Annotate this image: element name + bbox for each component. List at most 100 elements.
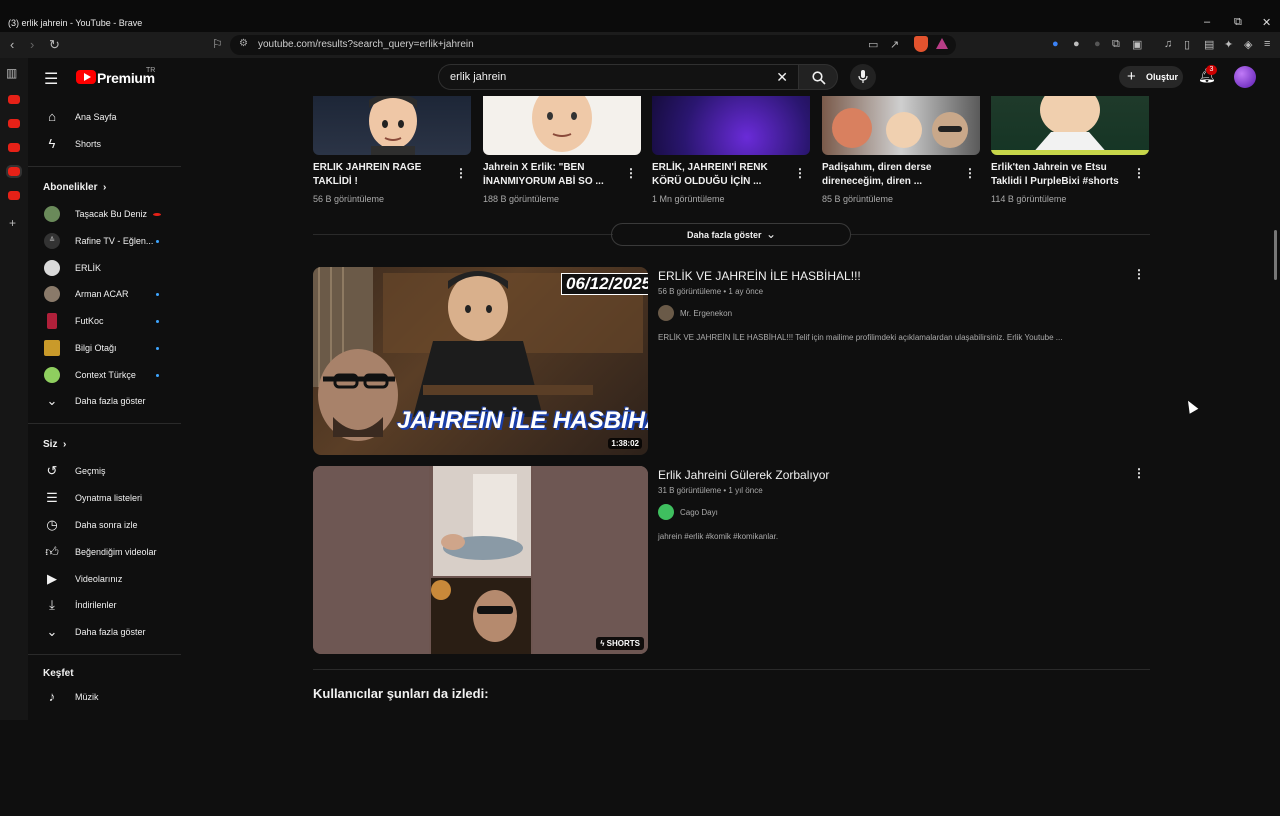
vpn-icon[interactable]: ◈ [1244,38,1252,51]
more-actions-icon[interactable]: ⋮ [625,166,637,180]
channel-avatar [44,206,60,222]
menu-icon[interactable]: ≡ [1264,38,1270,50]
media-icon[interactable]: ♫ [1164,38,1172,50]
plus-icon: + [1127,68,1136,85]
clear-search-icon[interactable]: ✕ [776,69,788,86]
extension-gray-icon[interactable]: ● [1073,38,1080,50]
video-thumbnail[interactable]: ϟ SHORTS [313,466,648,654]
sidebar-item-subscription[interactable]: ERLİK [28,255,180,281]
back-icon[interactable]: ‹ [10,37,14,52]
channel-avatar[interactable] [658,305,674,321]
short-title[interactable]: Padişahım, diren derse direneceğim, dire… [822,161,952,189]
microphone-icon [858,70,868,83]
scrollbar-thumb[interactable] [1274,230,1277,280]
page-scrollbar[interactable] [1272,192,1280,816]
short-title[interactable]: Erlik'ten Jahrein ve Etsu Taklidi l Purp… [991,161,1121,189]
channel-avatar[interactable] [658,504,674,520]
sidebar-item-label: Daha fazla göster [75,396,146,406]
url-text: youtube.com/results?search_query=erlik+j… [258,39,474,50]
sidebar-item-your-videos[interactable]: ▶ Videolarınız [28,566,180,592]
youtube-tab-icon[interactable] [8,95,20,104]
brave-shield-icon[interactable] [914,36,928,52]
guide-menu-icon[interactable]: ☰ [44,69,58,89]
watch-later-icon: ◷ [46,517,58,532]
short-thumbnail[interactable] [822,96,980,155]
reload-icon[interactable]: ↻ [49,37,60,53]
wallet-icon[interactable]: ▤ [1204,38,1214,51]
video-thumbnail[interactable]: 06/12/2025 JAHREİN İLE HASBİHAL!! 1:38:0… [313,267,648,455]
sidebar-divider [28,166,181,167]
sidebar-item-subscription[interactable]: ≙ Rafine TV - Eğlen... [28,228,180,254]
sidebar-item-history[interactable]: ↺ Geçmiş [28,458,180,484]
sidebar-item-subscription[interactable]: Arman ACAR [28,281,180,307]
short-title[interactable]: ERLİK, JAHREIN'İ RENK KÖRÜ OLDUĞU İÇİN .… [652,161,782,189]
sidebar-item-label: Bilgi Otağı [75,343,117,353]
extension-dim-icon[interactable]: ● [1094,38,1101,50]
forward-icon[interactable]: › [30,37,34,52]
sidebar-item-subscription[interactable]: Bilgi Otağı [28,335,180,361]
extension-blue-icon[interactable]: ● [1052,38,1059,50]
close-window-button[interactable]: ✕ [1262,16,1271,29]
short-thumbnail[interactable] [313,96,471,155]
more-actions-icon[interactable]: ⋮ [1133,466,1145,480]
sidebar-item-liked-videos[interactable]: 👍︎ Beğendiğim videolar [28,539,180,565]
restore-button[interactable]: ⧉ [1234,16,1242,29]
short-thumbnail[interactable] [991,96,1149,155]
screenshot-icon[interactable]: ▣ [1132,38,1142,51]
short-title[interactable]: ERLIK JAHREIN RAGE TAKLİDİ ! [313,161,443,189]
video-title[interactable]: Erlik Jahreini Gülerek Zorbalıyor [658,468,829,482]
minimize-button[interactable]: – [1204,16,1210,28]
sidebar-item-playlists[interactable]: ☰ Oynatma listeleri [28,485,180,511]
subscriptions-heading[interactable]: Abonelikler › [43,182,106,193]
channel-avatar [44,286,60,302]
sidebar-item-shorts[interactable]: ϟ Shorts [28,131,180,157]
sidebar-item-watch-later[interactable]: ◷ Daha sonra izle [28,512,180,538]
youtube-tab-icon[interactable] [8,119,20,128]
share-icon[interactable]: ↗ [890,38,899,51]
search-query: erlik jahrein [450,71,507,83]
brave-rewards-icon[interactable] [936,38,948,49]
more-actions-icon[interactable]: ⋮ [455,166,467,180]
youtube-tab-icon[interactable] [6,165,22,178]
more-actions-icon[interactable]: ⋮ [794,166,806,180]
leo-ai-icon[interactable]: ✦ [1224,38,1233,51]
more-actions-icon[interactable]: ⋮ [964,166,976,180]
sidebar-show-more-subscriptions[interactable]: ⌄ Daha fazla göster [28,388,180,414]
more-actions-icon[interactable]: ⋮ [1133,267,1145,281]
video-description: jahrein #erlik #komik #komikanlar. [658,532,779,541]
sidebar-item-subscription[interactable]: Context Türkçe [28,362,180,388]
sidebar-item-label: Shorts [75,139,102,149]
short-views: 1 Mn görüntüleme [652,194,725,204]
create-button[interactable]: + Oluştur [1119,66,1183,88]
sidebar-item-subscription[interactable]: Taşacak Bu Deniz [28,201,180,227]
sidebar-item-downloads[interactable]: ⤓ İndirilenler [28,592,180,618]
sidebar-item-home[interactable]: ⌂ Ana Sayfa [28,104,180,130]
thumbnail-artwork [313,466,648,654]
channel-name[interactable]: Cago Dayı [680,508,718,517]
bookmark-icon[interactable]: ⚐ [212,37,223,51]
search-button[interactable] [798,64,838,90]
sidebar-show-more-you[interactable]: ⌄ Daha fazla göster [28,619,180,645]
url-field[interactable]: ⚙ youtube.com/results?search_query=erlik… [230,35,956,55]
youtube-tab-icon[interactable] [8,143,20,152]
sidebar-item-subscription[interactable]: FutKoc [28,308,180,334]
sidebar-item-music[interactable]: ♪ Müzik [28,684,180,710]
cast-icon[interactable]: ▭ [868,38,878,51]
video-title[interactable]: ERLİK VE JAHREİN İLE HASBİHAL!!! [658,269,861,283]
search-input[interactable]: erlik jahrein ✕ [438,64,798,90]
channel-name[interactable]: Mr. Ergenekon [680,309,732,318]
sidebar-toggle-icon[interactable]: ▯ [1184,38,1190,51]
voice-search-button[interactable] [850,64,876,90]
extensions-puzzle-icon[interactable]: ⧉ [1112,38,1120,51]
account-avatar[interactable] [1234,66,1256,88]
add-panel-icon[interactable]: + [9,216,16,230]
sidebar-panel-icon[interactable]: ▥ [6,66,17,80]
short-thumbnail[interactable] [483,96,641,155]
youtube-tab-icon[interactable] [8,191,20,200]
short-title[interactable]: Jahrein X Erlik: "BEN İNANMIYORUM ABİ SO… [483,161,613,189]
short-thumbnail[interactable] [652,96,810,155]
site-info-icon[interactable]: ⚙ [239,38,248,49]
shorts-show-more-button[interactable]: Daha fazla göster ⌄ [611,223,851,246]
you-heading[interactable]: Siz › [43,439,66,450]
more-actions-icon[interactable]: ⋮ [1133,166,1145,180]
